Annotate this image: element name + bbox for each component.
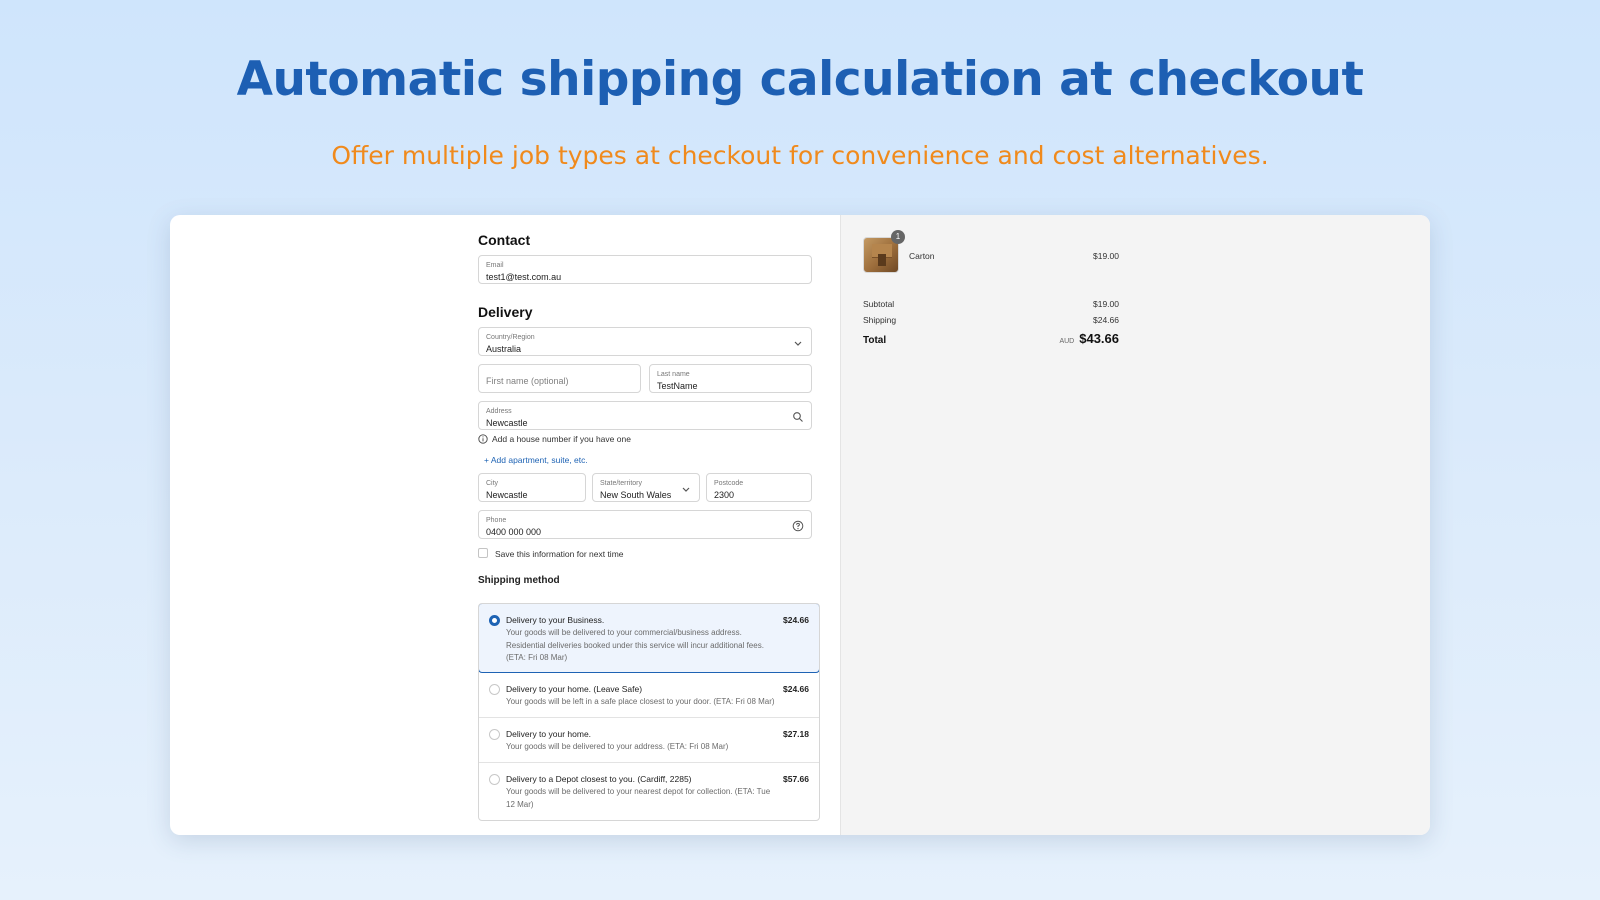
last-name-label: Last name [657, 371, 690, 378]
city-field[interactable]: City Newcastle [478, 473, 586, 502]
shipping-value: $24.66 [1093, 315, 1119, 325]
total-label: Total [863, 335, 887, 346]
help-icon[interactable] [792, 520, 804, 532]
city-value: Newcastle [486, 490, 528, 500]
chevron-down-icon [682, 487, 690, 492]
city-label: City [486, 480, 499, 487]
delivery-heading: Delivery [478, 304, 533, 320]
country-select[interactable]: Country/Region Australia [478, 327, 812, 356]
shipping-option-price: $27.18 [783, 729, 809, 739]
shipping-option-home[interactable]: Delivery to your home. $27.18 Your goods… [479, 718, 819, 763]
country-value: Australia [486, 344, 522, 354]
search-icon[interactable] [792, 411, 804, 423]
hero-title: Automatic shipping calculation at checko… [236, 52, 1364, 107]
shipping-radio[interactable] [489, 774, 500, 785]
postcode-field[interactable]: Postcode 2300 [706, 473, 812, 502]
address-hint-text: Add a house number if you have one [492, 434, 631, 444]
subtotal-row: Subtotal $19.00 [863, 299, 1119, 309]
subtotal-label: Subtotal [863, 299, 895, 309]
shipping-option-title: Delivery to your Business. [506, 615, 605, 625]
shipping-radio[interactable] [489, 615, 500, 626]
shipping-options: Delivery to your Business. $24.66 Your g… [478, 603, 820, 821]
total-value: $43.66 [1079, 331, 1119, 346]
currency-label: AUD [1059, 338, 1075, 345]
shipping-option-home-leave-safe[interactable]: Delivery to your home. (Leave Safe) $24.… [479, 673, 819, 718]
email-field[interactable]: Email test1@test.com.au [478, 255, 812, 284]
shipping-radio[interactable] [489, 729, 500, 740]
state-select[interactable]: State/territory New South Wales [592, 473, 700, 502]
shipping-option-title: Delivery to your home. [506, 729, 592, 739]
shipping-option-price: $24.66 [783, 684, 809, 694]
chevron-down-icon [794, 341, 802, 346]
first-name-field[interactable]: First name (optional) [478, 364, 641, 393]
phone-field[interactable]: Phone 0400 000 000 [478, 510, 812, 539]
contact-heading: Contact [478, 232, 531, 248]
save-info-checkbox[interactable] [478, 548, 488, 558]
shipping-option-price: $57.66 [783, 774, 809, 784]
shipping-option-desc: Your goods will be delivered to your com… [506, 628, 764, 662]
phone-value: 0400 000 000 [486, 527, 542, 537]
address-field[interactable]: Address Newcastle [478, 401, 812, 430]
shipping-label: Shipping [863, 315, 897, 325]
hero-subtitle: Offer multiple job types at checkout for… [331, 141, 1269, 170]
shipping-method-heading: Shipping method [478, 575, 560, 586]
order-summary: 1 Carton $19.00 Subtotal $19.00 Shipping… [840, 215, 1430, 835]
state-label: State/territory [600, 480, 643, 487]
email-label: Email [486, 262, 504, 269]
state-value: New South Wales [600, 490, 672, 500]
shipping-option-title: Delivery to a Depot closest to you. (Car… [506, 774, 692, 784]
checkout-window: Contact Email test1@test.com.au Delivery… [170, 215, 1430, 835]
last-name-field[interactable]: Last name TestName [649, 364, 812, 393]
item-price: $19.00 [1093, 251, 1119, 261]
shipping-option-desc: Your goods will be delivered to your nea… [506, 787, 771, 809]
phone-label: Phone [486, 517, 507, 524]
postcode-value: 2300 [714, 490, 735, 500]
country-label: Country/Region [486, 334, 535, 341]
subtotal-value: $19.00 [1093, 299, 1119, 309]
email-value: test1@test.com.au [486, 272, 562, 282]
add-apartment-link[interactable]: + Add apartment, suite, etc. [484, 455, 588, 465]
save-info-label: Save this information for next time [495, 549, 624, 559]
shipping-row: Shipping $24.66 [863, 315, 1119, 325]
info-icon [478, 434, 488, 444]
shipping-option-depot[interactable]: Delivery to a Depot closest to you. (Car… [479, 763, 819, 820]
address-label: Address [486, 408, 512, 415]
item-quantity-badge: 1 [891, 230, 905, 244]
address-hint: Add a house number if you have one [478, 434, 631, 444]
shipping-option-desc: Your goods will be delivered to your add… [506, 742, 729, 751]
shipping-option-price: $24.66 [783, 615, 809, 625]
shipping-option-title: Delivery to your home. (Leave Safe) [506, 684, 643, 694]
last-name-value: TestName [657, 381, 698, 391]
postcode-label: Postcode [714, 480, 744, 487]
total-row: Total AUD $43.66 [863, 331, 1119, 349]
shipping-radio[interactable] [489, 684, 500, 695]
address-value: Newcastle [486, 418, 528, 428]
first-name-placeholder: First name (optional) [486, 376, 569, 386]
item-name: Carton [909, 251, 935, 261]
shipping-option-desc: Your goods will be left in a safe place … [506, 697, 775, 706]
shipping-option-business[interactable]: Delivery to your Business. $24.66 Your g… [479, 604, 819, 673]
